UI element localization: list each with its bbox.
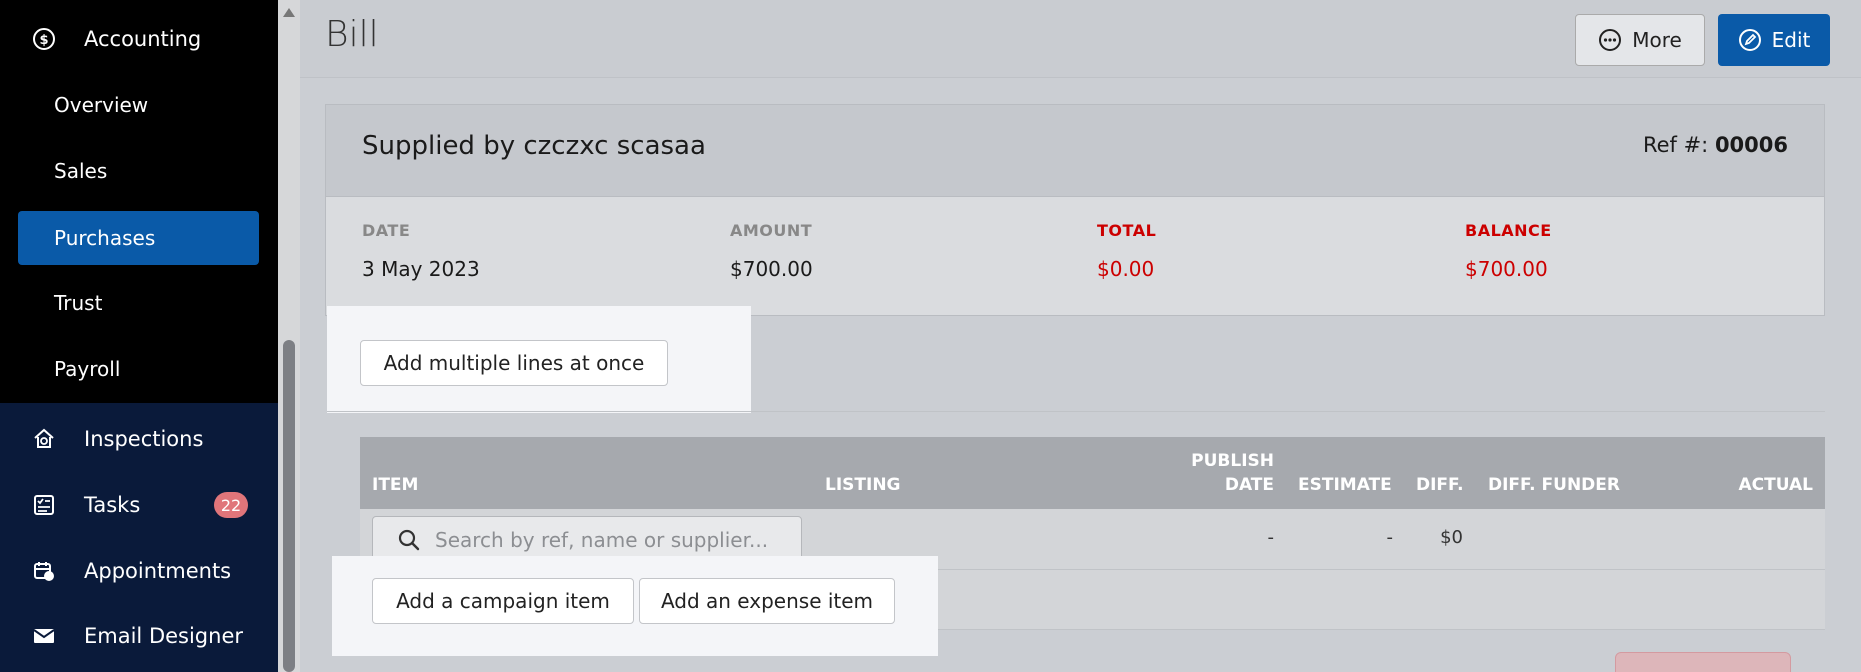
stat-value: $700.00 [1465, 257, 1548, 281]
stat-balance: BALANCE $700.00 [1465, 221, 1552, 281]
bill-card-header: Supplied by czczxc scasaa Ref #: 00006 [325, 104, 1825, 196]
search-icon [397, 528, 421, 552]
sidebar-item-purchases[interactable]: Purchases [54, 211, 155, 265]
stat-amount: AMOUNT $700.00 [730, 221, 813, 281]
main-content: Bill More Edit Supplied by czczxc scasaa… [300, 0, 1861, 672]
column-diff: DIFF. [1416, 475, 1464, 495]
partial-action-button[interactable] [1615, 652, 1791, 672]
sidebar-lower-section: Inspections Tasks 22 Appointments Email … [0, 403, 278, 672]
sidebar-item-payroll[interactable]: Payroll [54, 342, 120, 396]
stat-label: DATE [362, 221, 411, 240]
edit-button[interactable]: Edit [1718, 14, 1830, 66]
stat-label: BALANCE [1465, 221, 1552, 240]
envelope-icon [30, 622, 58, 650]
page-title: Bill [325, 14, 379, 55]
sidebar: $ Accounting Overview Sales Purchases Tr… [0, 0, 278, 672]
stat-total: TOTAL $0.00 [1097, 221, 1156, 281]
add-campaign-item-button[interactable]: Add a campaign item [372, 578, 634, 624]
add-expense-item-button[interactable]: Add an expense item [639, 578, 895, 624]
scroll-up-arrow-icon[interactable] [283, 8, 295, 17]
sidebar-item-label: Appointments [84, 559, 232, 583]
sidebar-item-sales[interactable]: Sales [54, 144, 107, 198]
more-button[interactable]: More [1575, 14, 1705, 66]
column-listing: LISTING [825, 475, 901, 495]
supplier-heading: Supplied by czczxc scasaa [362, 131, 706, 161]
column-actual: ACTUAL [1738, 475, 1814, 495]
sidebar-item-tasks[interactable]: Tasks 22 [0, 472, 278, 538]
page-header: Bill More Edit [300, 0, 1861, 78]
bill-summary: DATE 3 May 2023 AMOUNT $700.00 TOTAL $0.… [325, 196, 1825, 316]
sidebar-item-overview[interactable]: Overview [54, 78, 148, 132]
reference-number: Ref #: 00006 [1643, 133, 1788, 157]
more-button-label: More [1632, 28, 1682, 52]
stat-value: $700.00 [730, 257, 813, 281]
ref-value: 00006 [1714, 133, 1788, 157]
add-multiple-lines-button[interactable]: Add multiple lines at once [360, 340, 668, 386]
sidebar-item-email-designer[interactable]: Email Designer [0, 603, 278, 669]
estimate-cell: - [1386, 527, 1394, 548]
sidebar-item-label: Inspections [84, 427, 204, 451]
divider [327, 411, 1825, 412]
more-dots-icon [1598, 28, 1622, 52]
add-item-section: Add a campaign item Add an expense item [332, 556, 938, 656]
publish-date-cell: - [1267, 527, 1275, 548]
tasks-count-badge: 22 [214, 492, 248, 518]
stat-value: $0.00 [1097, 257, 1155, 281]
checklist-icon [30, 491, 58, 519]
column-estimate: ESTIMATE [1298, 475, 1392, 495]
scroll-thumb[interactable] [283, 340, 295, 672]
column-label-line: PUBLISH [1191, 451, 1274, 471]
svg-text:$: $ [39, 33, 48, 48]
sidebar-item-label: Accounting [84, 27, 202, 51]
pencil-circle-icon [1738, 28, 1762, 52]
diff-cell: $0 [1440, 527, 1463, 548]
add-multiple-section: Add multiple lines at once [327, 306, 751, 413]
column-item: ITEM [372, 475, 419, 495]
sidebar-item-inspections[interactable]: Inspections [0, 406, 278, 472]
item-search-input[interactable] [435, 527, 785, 552]
sidebar-item-appointments[interactable]: Appointments [0, 538, 278, 604]
sidebar-item-trust[interactable]: Trust [54, 276, 102, 330]
sidebar-item-label: Tasks [84, 493, 141, 517]
column-publish-date: PUBLISH DATE [1180, 449, 1274, 497]
line-items-table-header: ITEM LISTING PUBLISH DATE ESTIMATE DIFF.… [360, 437, 1825, 509]
sidebar-item-accounting[interactable]: $ Accounting [0, 6, 278, 72]
edit-button-label: Edit [1771, 28, 1811, 52]
house-search-icon [30, 425, 58, 453]
calendar-clock-icon [30, 557, 58, 585]
column-diff-funder: DIFF. FUNDER [1488, 475, 1620, 495]
sidebar-item-label: Email Designer [84, 624, 243, 648]
stat-label: AMOUNT [730, 221, 813, 240]
sidebar-scrollbar[interactable] [278, 0, 300, 672]
dollar-circle-icon: $ [30, 25, 58, 53]
stat-value: 3 May 2023 [362, 257, 480, 281]
ref-label: Ref #: [1642, 133, 1709, 157]
stat-label: TOTAL [1097, 221, 1157, 240]
stat-date: DATE 3 May 2023 [362, 221, 480, 281]
column-label-line: DATE [1224, 475, 1274, 495]
